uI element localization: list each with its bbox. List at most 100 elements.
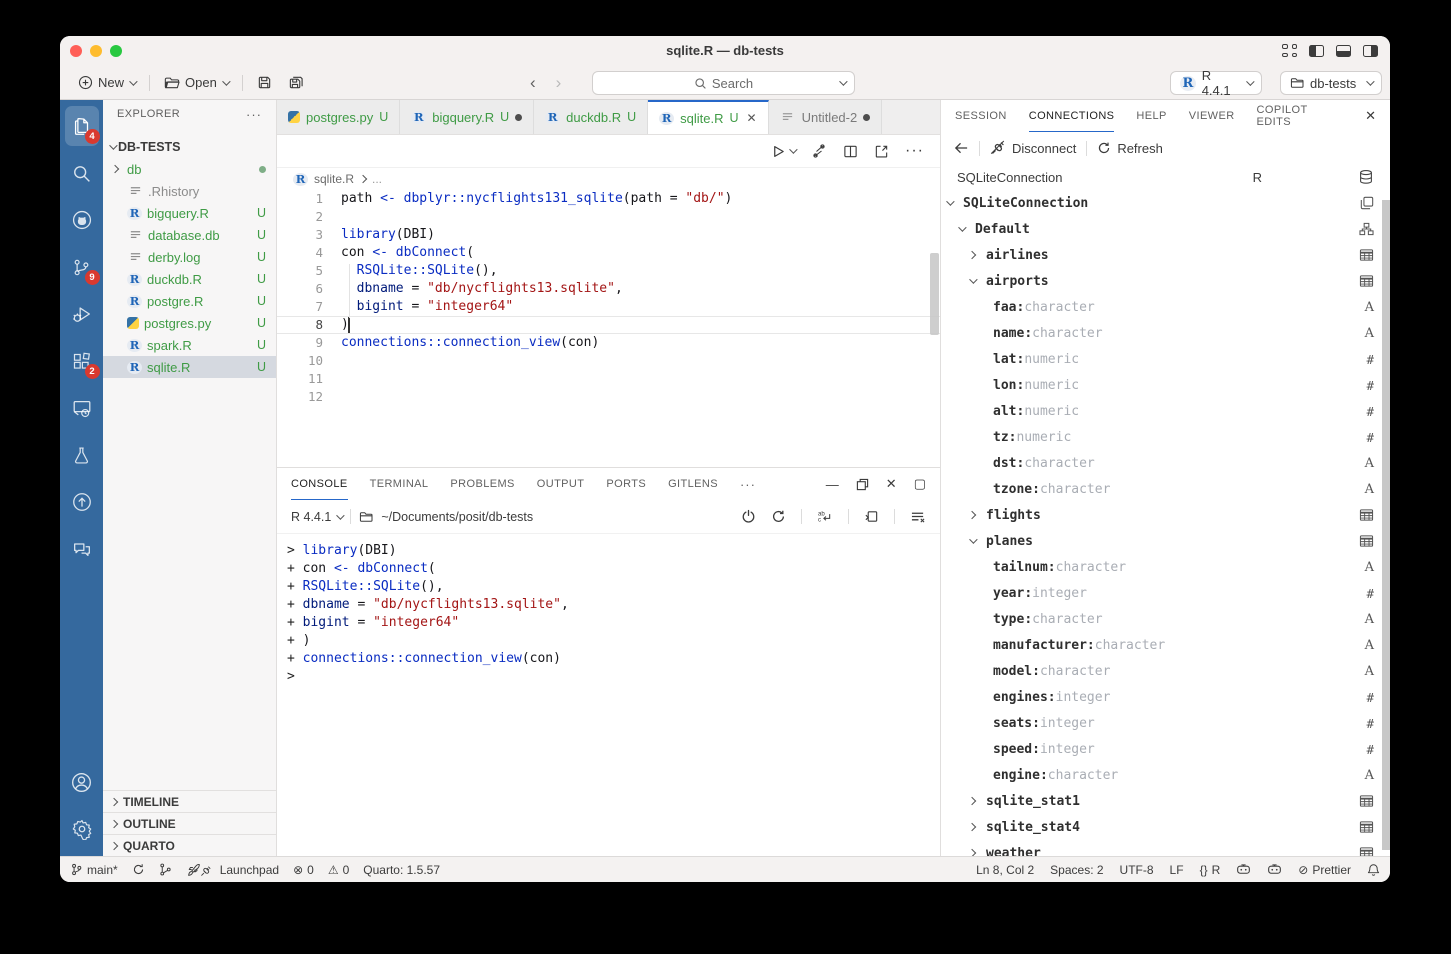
tree-row-name[interactable]: name : characterA	[941, 320, 1390, 346]
tree-row-SQLiteConnection[interactable]: SQLiteConnection	[941, 190, 1390, 216]
tree-row-sqlite_stat4[interactable]: sqlite_stat4	[941, 814, 1390, 840]
activity-item-publish[interactable]	[65, 482, 99, 522]
file-item-postgre.R[interactable]: Rpostgre.RU	[103, 290, 276, 312]
tree-row-manufacturer[interactable]: manufacturer : characterA	[941, 632, 1390, 658]
refresh-button[interactable]: Refresh	[1097, 141, 1163, 156]
close-tab-icon[interactable]: ✕	[747, 111, 757, 125]
new-button[interactable]: New	[70, 71, 143, 94]
status-bell[interactable]	[1367, 863, 1380, 877]
word-wrap-icon[interactable]: abc	[817, 509, 833, 524]
activity-item-explorer[interactable]: 4	[65, 106, 99, 146]
file-item-spark.R[interactable]: Rspark.RU	[103, 334, 276, 356]
activity-item-github[interactable]	[65, 200, 99, 240]
tab-session[interactable]: SESSION	[955, 100, 1007, 132]
tab-console[interactable]: CONSOLE	[291, 468, 348, 500]
close-panel-icon[interactable]: ✕	[886, 476, 897, 492]
tab-output[interactable]: OUTPUT	[537, 468, 585, 500]
search-input[interactable]: Search	[592, 71, 855, 95]
tree-row-engines[interactable]: engines : integer#	[941, 684, 1390, 710]
status-utf-8[interactable]: UTF-8	[1120, 863, 1154, 877]
code-editor[interactable]: 1path <- dbplyr::nycflights131_sqlite(pa…	[277, 190, 940, 467]
split-editor-icon[interactable]	[843, 144, 858, 159]
activity-item-account[interactable]	[65, 762, 99, 802]
shutdown-console-icon[interactable]	[741, 509, 756, 524]
status-launchpad[interactable]: Launchpad	[186, 863, 279, 877]
minimize-panel-icon[interactable]: —	[826, 477, 839, 492]
editor-tab-Untitled-2[interactable]: Untitled-2	[769, 100, 883, 134]
tree-row-Default[interactable]: Default	[941, 216, 1390, 242]
file-item-bigquery.R[interactable]: Rbigquery.RU	[103, 202, 276, 224]
status-main-[interactable]: main*	[70, 863, 118, 877]
status-spaces-2[interactable]: Spaces: 2	[1050, 863, 1103, 877]
toggle-bottom-panel-icon[interactable]	[1336, 45, 1351, 57]
console-interpreter-selector[interactable]: R 4.4.1	[291, 510, 342, 524]
tree-row-tailnum[interactable]: tailnum : characterA	[941, 554, 1390, 580]
status-quarto-1-5-57[interactable]: Quarto: 1.5.57	[363, 863, 440, 877]
tree-row-lon[interactable]: lon : numeric#	[941, 372, 1390, 398]
activity-item-settings[interactable]	[65, 809, 99, 849]
tree-row-airports[interactable]: airports	[941, 268, 1390, 294]
tree-row-model[interactable]: model : characterA	[941, 658, 1390, 684]
tree-row-planes[interactable]: planes	[941, 528, 1390, 554]
activity-item-extensions[interactable]: 2	[65, 341, 99, 381]
tree-row-speed[interactable]: speed : integer#	[941, 736, 1390, 762]
file-item-postgres.py[interactable]: postgres.pyU	[103, 312, 276, 334]
editor-tab-sqlite.R[interactable]: Rsqlite.RU✕	[648, 100, 768, 134]
editor-more-icon[interactable]: ···	[905, 142, 924, 160]
editor-tab-postgres.py[interactable]: postgres.pyU	[277, 100, 400, 134]
nav-forward-icon[interactable]: ›	[556, 73, 562, 93]
status-prettier[interactable]: ⊘Prettier	[1298, 863, 1351, 877]
customize-layout-icon[interactable]	[1282, 44, 1297, 57]
open-in-new-window-icon[interactable]	[874, 144, 889, 159]
tab-gitlens[interactable]: GITLENS	[668, 468, 718, 500]
workspace-root-folder[interactable]: DB-TESTS	[103, 136, 276, 158]
explorer-more-icon[interactable]: ···	[246, 107, 262, 122]
editor-scrollbar[interactable]	[930, 253, 939, 335]
tab-problems[interactable]: PROBLEMS	[450, 468, 514, 500]
breadcrumb[interactable]: R sqlite.R ...	[277, 168, 940, 190]
tree-row-faa[interactable]: faa : characterA	[941, 294, 1390, 320]
file-item-database.db[interactable]: database.dbU	[103, 224, 276, 246]
activity-item-search[interactable]	[65, 153, 99, 193]
tab-terminal[interactable]: TERMINAL	[370, 468, 429, 500]
save-button[interactable]	[249, 71, 280, 94]
tree-row-seats[interactable]: seats : integer#	[941, 710, 1390, 736]
connections-scrollbar[interactable]	[1382, 200, 1390, 850]
tab-viewer[interactable]: VIEWER	[1189, 100, 1235, 132]
nav-back-icon[interactable]: ‹	[530, 73, 536, 93]
tree-row-flights[interactable]: flights	[941, 502, 1390, 528]
clear-console-icon[interactable]	[910, 510, 926, 524]
console-output[interactable]: > library(DBI)+ con <- dbConnect(+ RSQLi…	[277, 534, 940, 856]
workspace-selector[interactable]: db-tests	[1280, 71, 1382, 95]
activity-item-run-debug[interactable]	[65, 294, 99, 334]
connection-header-row[interactable]: SQLiteConnection R	[941, 164, 1390, 190]
sidebar-section-timeline[interactable]: TIMELINE	[103, 790, 276, 812]
toggle-left-sidebar-icon[interactable]	[1309, 45, 1324, 57]
tree-row-alt[interactable]: alt : numeric#	[941, 398, 1390, 424]
panel-more-icon[interactable]: ···	[740, 477, 756, 492]
tree-row-sqlite_stat1[interactable]: sqlite_stat1	[941, 788, 1390, 814]
save-all-button[interactable]	[280, 71, 312, 94]
tab-copilot-edits[interactable]: COPILOT EDITS	[1257, 100, 1344, 132]
status-copilot[interactable]	[1267, 863, 1282, 876]
move-to-editor-icon[interactable]	[864, 509, 879, 524]
status-0[interactable]: ⚠0	[328, 863, 349, 877]
open-button[interactable]: Open	[156, 71, 236, 94]
editor-tab-duckdb.R[interactable]: Rduckdb.RU	[534, 100, 648, 134]
file-item-db[interactable]: db	[103, 158, 276, 180]
tree-row-engine[interactable]: engine : characterA	[941, 762, 1390, 788]
status-0[interactable]: ⊗0	[293, 863, 314, 877]
activity-item-testing[interactable]	[65, 435, 99, 475]
activity-item-remote[interactable]	[65, 388, 99, 428]
tree-row-year[interactable]: year : integer#	[941, 580, 1390, 606]
status-graph[interactable]	[159, 863, 172, 876]
restart-console-icon[interactable]	[771, 509, 786, 524]
tree-row-tz[interactable]: tz : numeric#	[941, 424, 1390, 450]
editor-tab-bigquery.R[interactable]: Rbigquery.RU	[400, 100, 534, 134]
disconnect-button[interactable]: Disconnect	[990, 140, 1076, 156]
status-copilot[interactable]	[1236, 863, 1251, 876]
close-panel-icon[interactable]: ✕	[1365, 108, 1376, 124]
restore-panel-icon[interactable]	[856, 478, 869, 491]
tab-help[interactable]: HELP	[1136, 100, 1166, 132]
sidebar-section-outline[interactable]: OUTLINE	[103, 812, 276, 834]
